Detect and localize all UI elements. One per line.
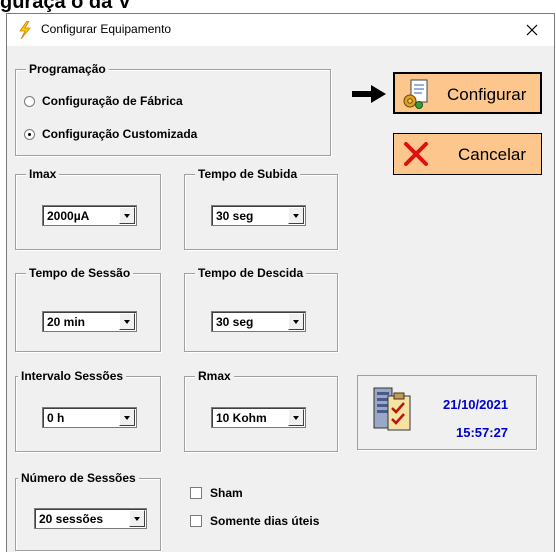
configurar-button[interactable]: Configurar <box>393 72 542 114</box>
imax-value: 2000µA <box>47 209 90 223</box>
tempo-subida-value: 30 seg <box>216 209 254 223</box>
intervalo-sessoes-value: 0 h <box>47 411 65 425</box>
date-value: 21/10/2021 <box>443 397 509 412</box>
radio-button-customizada[interactable] <box>24 128 35 140</box>
arrow-right-icon <box>352 85 386 103</box>
tempo-sessao-select[interactable]: 20 min <box>42 311 137 332</box>
tempo-subida-select[interactable]: 30 seg <box>211 205 306 226</box>
intervalo-sessoes-select[interactable]: 0 h <box>42 407 137 428</box>
background-window-text: guraça o da V <box>0 0 132 13</box>
tempo-subida-dropdown-arrow[interactable] <box>288 207 304 224</box>
intervalo-sessoes-dropdown-arrow[interactable] <box>119 409 135 426</box>
rmax-legend: Rmax <box>195 369 234 383</box>
close-icon <box>526 24 538 36</box>
rmax-group: Rmax 10 Kohm <box>184 369 338 452</box>
server-checklist-icon <box>373 387 411 431</box>
tempo-subida-legend: Tempo de Subida <box>195 167 301 181</box>
numero-sessoes-legend: Número de Sessões <box>18 471 139 485</box>
radio-configuracao-customizada[interactable]: Configuração Customizada <box>24 127 197 141</box>
rmax-select[interactable]: 10 Kohm <box>211 407 306 428</box>
tempo-descida-select[interactable]: 30 seg <box>211 311 306 332</box>
config-gear-document-icon <box>403 79 428 109</box>
datetime-panel: 21/10/2021 15:57:27 <box>357 375 537 450</box>
tempo-descida-group: Tempo de Descida 30 seg <box>184 266 338 352</box>
imax-dropdown-arrow[interactable] <box>119 207 135 224</box>
background-window-strip: guraça o da V <box>0 0 556 13</box>
rmax-value: 10 Kohm <box>216 411 267 425</box>
rmax-dropdown-arrow[interactable] <box>288 409 304 426</box>
numero-sessoes-group: Número de Sessões 20 sessões <box>15 471 161 551</box>
close-button[interactable] <box>510 14 554 46</box>
programacao-group: Programação Configuração de Fábrica Conf… <box>15 62 331 156</box>
sham-checkbox-box[interactable] <box>190 487 202 499</box>
numero-sessoes-dropdown-arrow[interactable] <box>129 510 145 527</box>
lightning-icon <box>19 21 31 39</box>
cancelar-label: Cancelar <box>458 145 527 164</box>
sham-checkbox[interactable]: Sham <box>190 486 243 500</box>
tempo-sessao-legend: Tempo de Sessão <box>26 266 134 280</box>
tempo-descida-legend: Tempo de Descida <box>195 266 307 280</box>
tempo-subida-group: Tempo de Subida 30 seg <box>184 167 338 250</box>
numero-sessoes-select[interactable]: 20 sessões <box>34 508 147 529</box>
tempo-sessao-value: 20 min <box>47 315 86 329</box>
dias-uteis-checkbox-box[interactable] <box>190 515 202 527</box>
cancelar-button[interactable]: Cancelar <box>393 133 542 175</box>
title-bar: Configurar Equipamento <box>7 14 554 46</box>
radio-button-fabrica[interactable] <box>24 95 35 107</box>
imax-legend: Imax <box>26 167 60 181</box>
time-value: 15:57:27 <box>456 425 509 440</box>
radio-label-customizada: Configuração Customizada <box>42 127 198 141</box>
tempo-descida-dropdown-arrow[interactable] <box>288 313 304 330</box>
dias-uteis-checkbox[interactable]: Somente dias úteis <box>190 514 319 528</box>
intervalo-sessoes-legend: Intervalo Sessões <box>18 369 127 383</box>
tempo-sessao-dropdown-arrow[interactable] <box>119 313 135 330</box>
configurar-label: Configurar <box>447 85 527 104</box>
numero-sessoes-value: 20 sessões <box>39 512 104 526</box>
imax-group: Imax 2000µA <box>15 167 161 250</box>
tempo-sessao-group: Tempo de Sessão 20 min <box>15 266 161 352</box>
radio-configuracao-fabrica[interactable]: Configuração de Fábrica <box>24 94 183 108</box>
intervalo-sessoes-group: Intervalo Sessões 0 h <box>15 369 161 452</box>
radio-label-fabrica: Configuração de Fábrica <box>42 94 183 108</box>
dias-uteis-label: Somente dias úteis <box>210 514 320 528</box>
programacao-legend: Programação <box>26 62 109 76</box>
configurar-equipamento-dialog: Configurar Equipamento Programação Confi… <box>6 13 555 552</box>
window-title: Configurar Equipamento <box>41 22 172 36</box>
cancel-x-icon <box>404 142 428 166</box>
sham-label: Sham <box>210 486 243 500</box>
tempo-descida-value: 30 seg <box>216 315 254 329</box>
imax-select[interactable]: 2000µA <box>42 205 137 226</box>
